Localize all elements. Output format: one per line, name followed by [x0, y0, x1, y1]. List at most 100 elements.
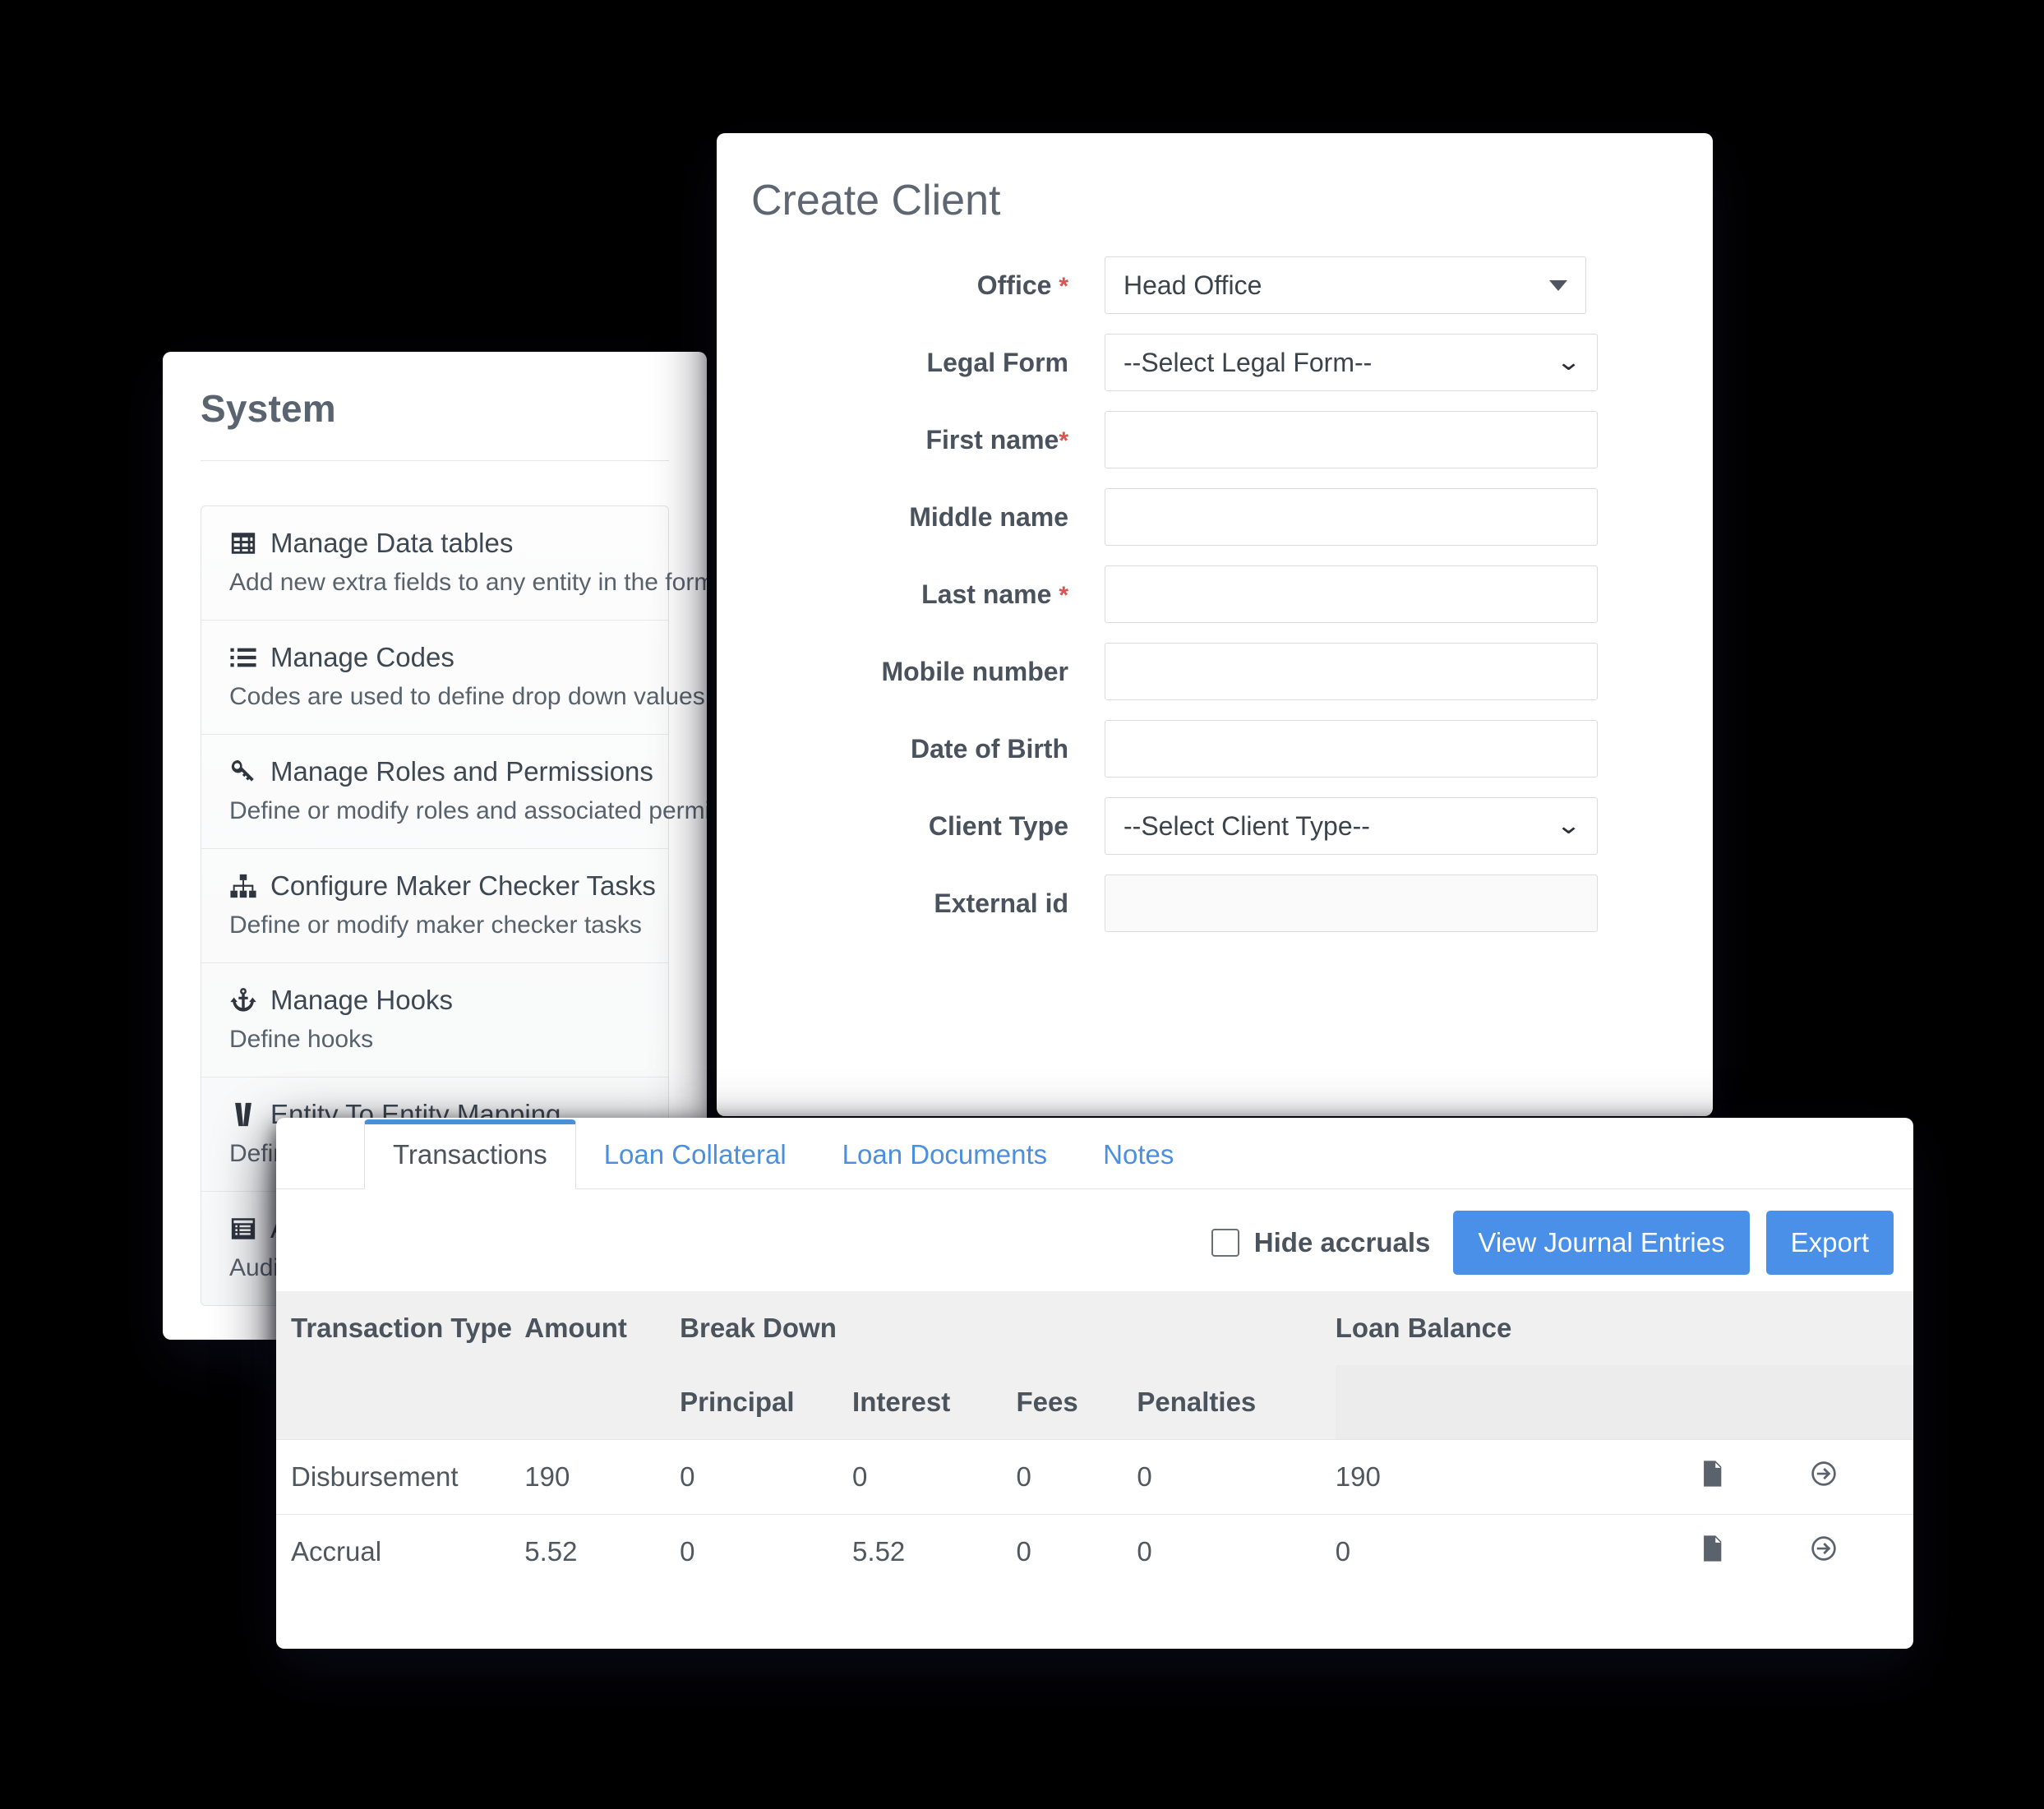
hide-accruals-checkbox[interactable]: [1211, 1229, 1239, 1257]
create-client-panel: Create Client Office * Head Office Legal…: [717, 133, 1713, 1116]
hide-accruals-toggle[interactable]: Hide accruals: [1211, 1227, 1431, 1258]
cell-interest: 5.52: [852, 1514, 1017, 1589]
cell-fees: 0: [1016, 1514, 1137, 1589]
arrow-circle-right-icon[interactable]: [1810, 1460, 1838, 1488]
required-asterisk: *: [1059, 272, 1068, 300]
client-type-field[interactable]: --Select Client Type-- ⌄: [1105, 797, 1598, 855]
list-item[interactable]: Configure Maker Checker Tasks Define or …: [201, 849, 668, 963]
cell-goto-transaction[interactable]: [1810, 1514, 1913, 1589]
date-of-birth-field[interactable]: [1105, 720, 1598, 778]
file-text-icon[interactable]: [1698, 1460, 1726, 1488]
external-id-field[interactable]: [1105, 875, 1598, 932]
col-spacer-3: [1137, 1291, 1336, 1365]
cell-penalties: 0: [1137, 1439, 1336, 1515]
tab-loan-documents[interactable]: Loan Documents: [814, 1119, 1075, 1188]
sidebar-item-manage-codes[interactable]: Manage Codes: [229, 642, 640, 673]
table-grid-icon: [229, 529, 257, 557]
cell-view-document[interactable]: [1697, 1514, 1810, 1589]
list-item-desc: Add new extra fields to any entity in th…: [229, 569, 707, 596]
list-item[interactable]: Manage Roles and Permissions Define or m…: [201, 735, 707, 849]
list-ul-icon: [229, 644, 257, 671]
middle-name-label: Middle name: [909, 501, 1068, 532]
cell-view-document[interactable]: [1697, 1439, 1810, 1515]
create-client-form: Office * Head Office Legal Form --Select…: [717, 256, 1713, 932]
list-item-label: Manage Data tables: [270, 528, 514, 558]
key-icon: [229, 758, 257, 786]
col-penalties: Penalties: [1137, 1365, 1336, 1440]
list-item[interactable]: Manage Data tables Add new extra fields …: [201, 506, 707, 621]
office-label: Office *: [976, 270, 1068, 300]
transactions-table: Transaction Type Amount Break Down Loan …: [276, 1291, 1913, 1589]
last-name-input[interactable]: [1105, 565, 1598, 623]
col-sub-blank-2: [524, 1365, 681, 1440]
office-field[interactable]: Head Office: [1105, 256, 1586, 314]
sidebar-item-manage-hooks[interactable]: Manage Hooks: [229, 985, 640, 1016]
table-body: Disbursement 190 0 0 0 0 190 Accrual 5.5…: [276, 1439, 1913, 1589]
list-item-label: Manage Roles and Permissions: [270, 756, 653, 787]
first-name-label: First name*: [925, 424, 1068, 455]
middle-name-input[interactable]: [1105, 488, 1598, 546]
required-asterisk: *: [1059, 581, 1068, 609]
legal-form-field[interactable]: --Select Legal Form-- ⌄: [1105, 334, 1598, 391]
divider: [201, 460, 669, 461]
system-panel-header: System: [163, 352, 707, 461]
form-row-mobile-number: Mobile number: [717, 643, 1713, 700]
list-item-desc: Define or modify maker checker tasks: [229, 911, 642, 939]
external-id-input[interactable]: [1105, 875, 1598, 932]
form-row-date-of-birth: Date of Birth: [717, 720, 1713, 778]
form-row-first-name: First name*: [717, 411, 1713, 468]
legal-form-selected-value: --Select Legal Form--: [1124, 347, 1373, 377]
export-button[interactable]: Export: [1765, 1211, 1894, 1275]
col-spacer-2: [1016, 1291, 1137, 1365]
client-type-select[interactable]: --Select Client Type-- ⌄: [1105, 797, 1598, 855]
cell-fees: 0: [1016, 1439, 1137, 1515]
mobile-number-input[interactable]: [1105, 643, 1598, 700]
list-item-desc: Define hooks: [229, 1026, 374, 1053]
middle-name-field[interactable]: [1105, 488, 1598, 546]
table-head: Transaction Type Amount Break Down Loan …: [276, 1291, 1913, 1440]
cell-transaction-type: Disbursement: [276, 1439, 525, 1515]
col-amount: Amount: [524, 1291, 681, 1365]
col-sub-blank-3: [1335, 1365, 1698, 1440]
table-row[interactable]: Accrual 5.52 0 5.52 0 0 0: [276, 1514, 1913, 1589]
file-text-icon[interactable]: [1698, 1534, 1726, 1562]
audit-list-icon: [229, 1215, 257, 1243]
list-item[interactable]: Manage Codes Codes are used to define dr…: [201, 621, 705, 735]
list-item-label: Configure Maker Checker Tasks: [270, 870, 656, 901]
first-name-field[interactable]: [1105, 411, 1598, 468]
arrow-circle-right-icon[interactable]: [1810, 1534, 1838, 1562]
col-transaction-type: Transaction Type: [276, 1291, 525, 1365]
chevron-down-icon: ⌄: [1555, 348, 1582, 376]
col-spacer-1: [852, 1291, 1017, 1365]
col-spacer-4: [1697, 1291, 1810, 1365]
sidebar-item-configure-maker-checker-tasks[interactable]: Configure Maker Checker Tasks: [229, 870, 656, 902]
last-name-field[interactable]: [1105, 565, 1598, 623]
cell-principal: 0: [680, 1439, 853, 1515]
date-of-birth-input[interactable]: [1105, 720, 1598, 778]
fade-overlay: [717, 1080, 1713, 1116]
tab-loan-collateral[interactable]: Loan Collateral: [576, 1119, 814, 1188]
cell-transaction-type: Accrual: [276, 1514, 525, 1589]
legal-form-select[interactable]: --Select Legal Form-- ⌄: [1105, 334, 1598, 391]
table-row[interactable]: Disbursement 190 0 0 0 0 190: [276, 1439, 1913, 1515]
sidebar-item-manage-data-tables[interactable]: Manage Data tables: [229, 528, 640, 559]
cell-goto-transaction[interactable]: [1810, 1439, 1913, 1515]
mobile-number-field[interactable]: [1105, 643, 1598, 700]
col-break-down: Break Down: [680, 1291, 853, 1365]
transactions-toolbar: Hide accruals View Journal Entries Expor…: [276, 1189, 1913, 1291]
list-item[interactable]: Manage Hooks Define hooks: [201, 963, 668, 1078]
first-name-input[interactable]: [1105, 411, 1598, 468]
sidebar-item-manage-roles-permissions[interactable]: Manage Roles and Permissions: [229, 756, 653, 787]
tab-bar: Transactions Loan Collateral Loan Docume…: [276, 1118, 1913, 1189]
cell-penalties: 0: [1137, 1514, 1336, 1589]
col-interest: Interest: [852, 1365, 1017, 1440]
list-item-label: Manage Codes: [270, 642, 454, 672]
page-title: System: [201, 387, 336, 430]
screenshot-stage: System Manage Data tables Add new extra …: [0, 0, 2044, 1809]
tab-transactions[interactable]: Transactions: [364, 1119, 576, 1189]
tab-notes[interactable]: Notes: [1075, 1119, 1202, 1188]
office-select[interactable]: Head Office: [1105, 256, 1586, 314]
form-row-client-type: Client Type --Select Client Type-- ⌄: [717, 797, 1713, 855]
hide-accruals-label: Hide accruals: [1253, 1227, 1431, 1258]
view-journal-entries-button[interactable]: View Journal Entries: [1453, 1211, 1750, 1275]
